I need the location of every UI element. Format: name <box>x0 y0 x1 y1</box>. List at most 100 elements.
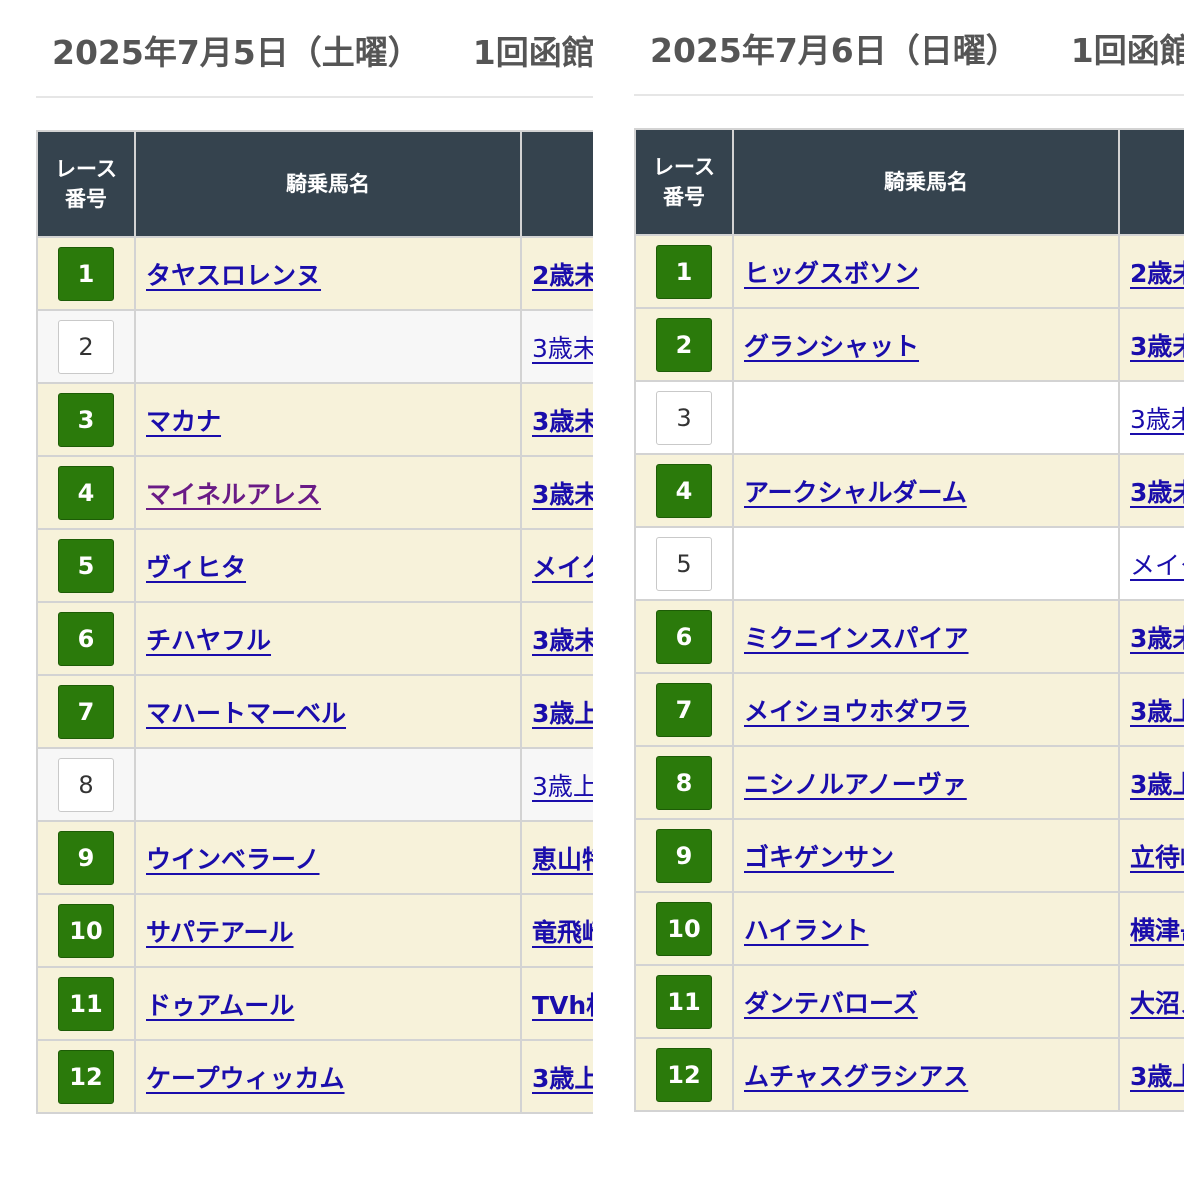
race-name-link[interactable]: TVh杯 <box>532 991 593 1020</box>
horse-name-cell: チハヤフル <box>134 601 522 676</box>
table-row: 7 メイショウホダワラ 3歳上1勝 <box>634 672 1184 747</box>
horse-name-link[interactable]: ヒッグスボソン <box>744 259 919 288</box>
horse-name-link[interactable]: アークシャルダーム <box>744 478 967 507</box>
horse-name-cell: ダンテバローズ <box>732 964 1120 1039</box>
race-name-link[interactable]: 3歳未勝利 <box>532 334 593 363</box>
race-name-header <box>520 130 593 238</box>
horse-name-link[interactable]: ニシノルアノーヴァ <box>744 770 967 799</box>
horse-name-cell: ムチャスグラシアス <box>732 1037 1120 1112</box>
horse-name-cell: ドゥアムール <box>134 966 522 1041</box>
table-row: 3 マカナ 3歳未勝利 <box>36 382 593 457</box>
race-name-link[interactable]: メイクデビュー <box>1130 551 1184 580</box>
saturday-date: 2025年7月5日（土曜） <box>52 33 421 72</box>
race-name-link[interactable]: 3歳上1勝 <box>532 772 593 801</box>
race-number-badge: 10 <box>58 903 114 958</box>
race-number-badge: 2 <box>656 317 712 372</box>
horse-name-link[interactable]: ヴィヒタ <box>146 553 246 582</box>
race-number-cell: 4 <box>634 453 734 528</box>
race-name-link[interactable]: 3歳未勝利 <box>532 407 593 436</box>
race-number-badge: 5 <box>58 538 114 593</box>
table-row: 1 ヒッグスボソン 2歳未勝利 <box>634 234 1184 309</box>
race-number-header: レース 番号 <box>36 130 136 238</box>
race-number-cell: 10 <box>634 891 734 966</box>
race-name-link[interactable]: 3歳未勝利 <box>1130 405 1184 434</box>
horse-name-cell: ゴキゲンサン <box>732 818 1120 893</box>
race-name-link[interactable]: 3歳未勝利 <box>1130 478 1184 507</box>
race-name-link[interactable]: 横津岳特別 <box>1130 916 1184 945</box>
table-row: 4 マイネルアレス 3歳未勝利 <box>36 455 593 530</box>
race-name-link[interactable]: 3歳上1勝 <box>532 699 593 728</box>
race-name-link[interactable]: 立待岬特別 <box>1130 843 1184 872</box>
table-row: 6 ミクニインスパイア 3歳未勝利 <box>634 599 1184 674</box>
horse-name-link[interactable]: マカナ <box>146 407 221 436</box>
horse-name-link[interactable]: マイネルアレス <box>146 480 321 509</box>
race-name-link[interactable]: 竜飛崎特別 <box>532 918 593 947</box>
race-name-link[interactable]: 3歳未勝利 <box>1130 624 1184 653</box>
horse-name-link[interactable]: マハートマーベル <box>146 699 346 728</box>
race-name-link[interactable]: 2歳未勝利 <box>1130 259 1184 288</box>
horse-name-link[interactable]: ムチャスグラシアス <box>744 1062 968 1091</box>
race-name-link[interactable]: 2歳未勝利 <box>532 261 593 290</box>
sunday-meeting: 1回函館8 <box>1070 31 1184 70</box>
race-name-cell: 3歳上1勝 <box>520 674 593 749</box>
race-name-link[interactable]: 3歳上1勝 <box>1130 1062 1184 1091</box>
race-number-cell: 11 <box>36 966 136 1041</box>
race-number-badge: 8 <box>656 755 712 810</box>
horse-name-link[interactable]: ケープウィッカム <box>146 1064 345 1093</box>
table-row: 2 3歳未勝利 <box>36 309 593 384</box>
horse-name-link[interactable]: タヤスロレンヌ <box>146 261 321 290</box>
race-name-link[interactable]: メイクデビュー <box>532 553 593 582</box>
race-name-link[interactable]: 3歳上1勝 <box>1130 770 1184 799</box>
race-number-badge: 1 <box>656 244 712 299</box>
race-name-link[interactable]: 3歳上1勝 <box>532 1064 593 1093</box>
race-number-cell: 1 <box>36 236 136 311</box>
race-name-link[interactable]: 大沼ステークス <box>1130 989 1184 1018</box>
race-name-cell: 横津岳特別 <box>1118 891 1184 966</box>
horse-name-cell <box>732 526 1120 601</box>
race-number-badge: 4 <box>656 463 712 518</box>
table-row: 1 タヤスロレンヌ 2歳未勝利 <box>36 236 593 311</box>
table-row: 2 グランシャット 3歳未勝利 <box>634 307 1184 382</box>
race-name-link[interactable]: 3歳未勝利 <box>532 480 593 509</box>
saturday-panel: 2025年7月5日（土曜） 1回函館7 レース番号 騎乗馬名 1 タヤスロレンヌ 2歳… <box>36 0 593 1200</box>
race-number-cell: 10 <box>36 893 136 968</box>
race-number-badge: 12 <box>656 1047 712 1102</box>
saturday-heading: 2025年7月5日（土曜） 1回函館7 <box>52 26 593 74</box>
horse-name-cell: アークシャルダーム <box>732 453 1120 528</box>
race-number-cell: 9 <box>36 820 136 895</box>
table-header-row: レース 番号 騎乗馬名 <box>36 130 593 238</box>
horse-name-link[interactable]: サパテアール <box>146 918 294 947</box>
table-row: 8 3歳上1勝 <box>36 747 593 822</box>
table-row: 11 ドゥアムール TVh杯 <box>36 966 593 1041</box>
heading-divider <box>634 94 1184 96</box>
race-number-cell: 5 <box>634 526 734 601</box>
saturday-race-rows: 1 タヤスロレンヌ 2歳未勝利 2 3歳未勝利 3 マカナ 3歳未勝利 4 マイネルアレス 3歳未勝… <box>36 236 593 1114</box>
sunday-race-table: レース番号 騎乗馬名 1 ヒッグスボソン 2歳未勝利 2 グランシャット 3歳未勝利 3 3歳… <box>634 128 1184 1112</box>
race-number-badge: 3 <box>656 390 712 445</box>
heading-divider <box>36 96 593 98</box>
race-number-badge: 7 <box>656 682 712 737</box>
race-name-link[interactable]: 恵山特別 <box>532 845 593 874</box>
horse-name-link[interactable]: ドゥアムール <box>146 991 294 1020</box>
horse-name-cell: ウインベラーノ <box>134 820 522 895</box>
race-number-cell: 9 <box>634 818 734 893</box>
horse-name-link[interactable]: グランシャット <box>744 332 919 361</box>
horse-name-link[interactable]: ゴキゲンサン <box>744 843 894 872</box>
race-name-cell: 2歳未勝利 <box>1118 234 1184 309</box>
horse-name-link[interactable]: ウインベラーノ <box>146 845 320 874</box>
horse-name-cell: ハイラント <box>732 891 1120 966</box>
horse-name-link[interactable]: ダンテバローズ <box>744 989 918 1018</box>
horse-name-cell: グランシャット <box>732 307 1120 382</box>
horse-name-link[interactable]: チハヤフル <box>146 626 271 655</box>
race-name-link[interactable]: 3歳上1勝 <box>1130 697 1184 726</box>
race-number-cell: 1 <box>634 234 734 309</box>
race-name-cell: メイクデビュー <box>1118 526 1184 601</box>
sunday-panel: 2025年7月6日（日曜） 1回函館8 レース番号 騎乗馬名 1 ヒッグスボソン 2歳… <box>634 0 1184 1200</box>
horse-name-link[interactable]: メイショウホダワラ <box>744 697 969 726</box>
table-row: 4 アークシャルダーム 3歳未勝利 <box>634 453 1184 528</box>
horse-name-link[interactable]: ミクニインスパイア <box>744 624 969 653</box>
race-name-link[interactable]: 3歳未勝利 <box>532 626 593 655</box>
race-name-link[interactable]: 3歳未勝利 <box>1130 332 1184 361</box>
horse-name-link[interactable]: ハイラント <box>744 916 869 945</box>
race-number-badge: 11 <box>656 974 712 1029</box>
